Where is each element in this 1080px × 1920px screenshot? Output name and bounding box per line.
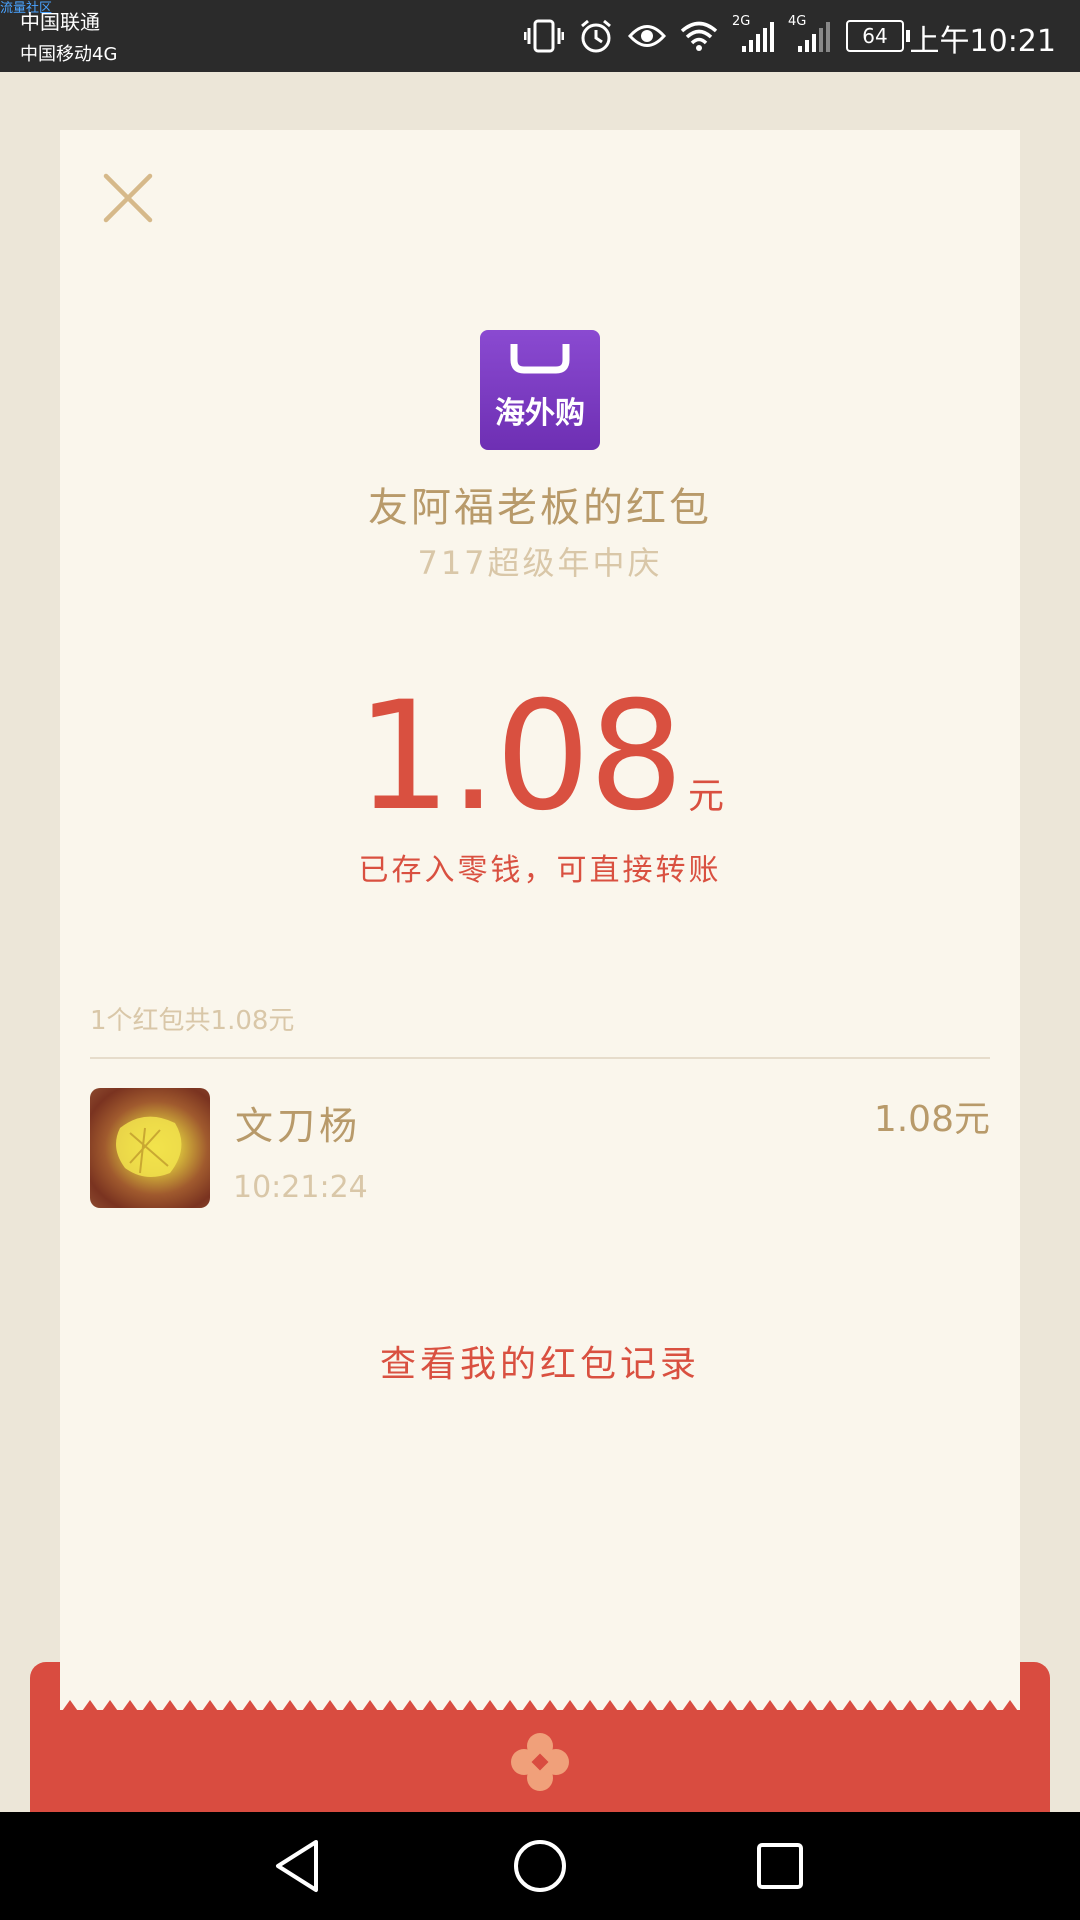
signal-icon: 2G bbox=[732, 14, 774, 54]
signal-icon: 4G bbox=[788, 14, 830, 54]
carrier-label-2: 中国移动4G bbox=[20, 44, 118, 65]
divider bbox=[90, 1057, 990, 1059]
avatar[interactable] bbox=[90, 1088, 210, 1208]
deposit-notice: 已存入零钱，可直接转账 bbox=[358, 853, 722, 888]
app-logo-text: 海外购 bbox=[495, 396, 585, 431]
receive-time: 10:21:24 bbox=[233, 1170, 368, 1205]
status-bar: 流量社区 中国联通 中国移动4G 2G 4G 64 上午10:21 bbox=[0, 0, 1080, 72]
home-icon[interactable] bbox=[510, 1836, 570, 1896]
close-icon[interactable] bbox=[100, 170, 156, 226]
view-history-link[interactable]: 查看我的红包记录 bbox=[60, 1335, 1020, 1387]
flower-icon bbox=[511, 1733, 569, 1791]
amount-unit: 元 bbox=[687, 776, 724, 817]
back-icon[interactable] bbox=[270, 1836, 330, 1896]
recents-icon[interactable] bbox=[750, 1836, 810, 1896]
clock: 上午10:21 bbox=[909, 24, 1056, 59]
red-packet-card: 海外购 友阿福老板的红包 717超级年中庆 1.08 元 已存入零钱，可直接转账 … bbox=[60, 130, 1020, 1710]
vibrate-icon bbox=[524, 19, 564, 53]
leaf-image bbox=[116, 1116, 182, 1177]
amount-value: 1.08 bbox=[356, 670, 684, 844]
eye-icon bbox=[628, 25, 666, 47]
packet-summary: 1个红包共1.08元 bbox=[90, 1006, 295, 1036]
alarm-icon bbox=[581, 19, 611, 53]
battery-level: 64 bbox=[862, 24, 888, 48]
battery-icon: 64 bbox=[846, 20, 910, 52]
navigation-bar bbox=[0, 1812, 1080, 1920]
wifi-icon bbox=[680, 21, 718, 51]
carrier-label-1: 中国联通 bbox=[20, 10, 100, 34]
amount-display: 1.08 元 bbox=[60, 670, 1020, 844]
status-icons: 2G 4G bbox=[524, 14, 830, 56]
receive-amount: 1.08元 bbox=[873, 1099, 990, 1140]
greeting-subtitle: 717超级年中庆 bbox=[417, 544, 663, 582]
app-logo: 海外购 bbox=[480, 330, 600, 450]
sender-title: 友阿福老板的红包 bbox=[368, 485, 712, 531]
receiver-name: 文刀杨 bbox=[235, 1104, 362, 1148]
